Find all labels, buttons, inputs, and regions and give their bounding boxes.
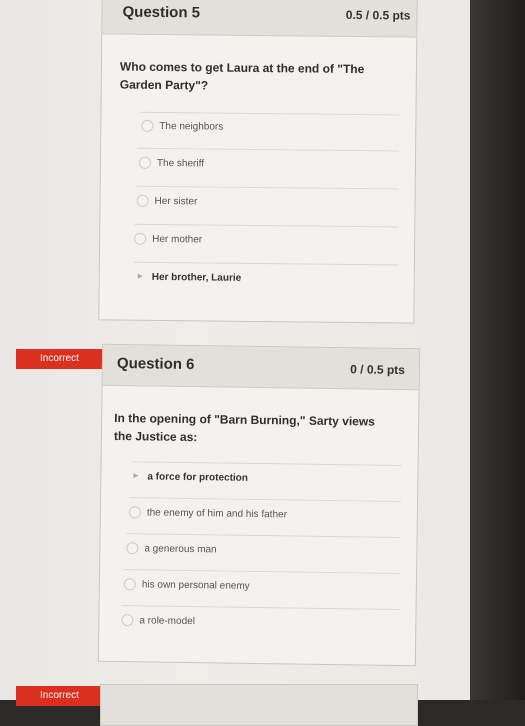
answer-option[interactable]: a generous man bbox=[126, 533, 401, 574]
answer-option-selected[interactable]: ▸ Her brother, Laurie bbox=[133, 261, 398, 302]
answer-option[interactable]: The neighbors bbox=[139, 111, 400, 152]
answer-label: a role-model bbox=[139, 615, 196, 628]
answer-label: a force for protection bbox=[147, 471, 249, 484]
answer-option-selected[interactable]: ▸ a force for protection bbox=[131, 461, 402, 502]
radio-button[interactable] bbox=[134, 232, 147, 245]
answer-label: a generous man bbox=[144, 543, 217, 556]
answer-label: his own personal enemy bbox=[141, 579, 250, 592]
question-6-title: Question 6 bbox=[116, 355, 195, 374]
question-6-text: In the opening of "Barn Burning," Sarty … bbox=[113, 410, 376, 445]
radio-button[interactable] bbox=[128, 506, 141, 519]
incorrect-badge: Incorrect bbox=[16, 349, 120, 369]
answer-option[interactable]: Her sister bbox=[136, 185, 399, 226]
radio-button[interactable] bbox=[123, 578, 136, 591]
question-6-header: Question 6 0 / 0.5 pts bbox=[102, 344, 420, 391]
incorrect-badge-label: Incorrect bbox=[40, 690, 79, 701]
answer-label: The sheriff bbox=[156, 157, 205, 170]
monitor-bezel bbox=[470, 0, 525, 700]
question-5-text: Who comes to get Laura at the end of "Th… bbox=[119, 59, 365, 93]
question-5-header: Question 5 0.5 / 0.5 pts bbox=[102, 0, 417, 38]
answer-label: Her sister bbox=[154, 195, 198, 208]
answer-option[interactable]: his own personal enemy bbox=[123, 569, 401, 610]
radio-button[interactable] bbox=[126, 542, 139, 555]
answer-label: Her brother, Laurie bbox=[151, 271, 242, 284]
answer-label: the enemy of him and his father bbox=[146, 507, 288, 521]
quiz-results-screen: Question 5 0.5 / 0.5 pts Who comes to ge… bbox=[0, 0, 470, 726]
answer-label: Her mother bbox=[152, 233, 203, 246]
answer-option[interactable]: The sheriff bbox=[136, 147, 400, 188]
question-7-card bbox=[100, 684, 418, 726]
selected-answer-arrow-icon: ▸ bbox=[137, 270, 143, 282]
radio-button[interactable] bbox=[121, 614, 134, 627]
incorrect-badge-label: Incorrect bbox=[40, 353, 79, 364]
question-5-title: Question 5 bbox=[122, 3, 201, 22]
question-5-card: Question 5 0.5 / 0.5 pts Who comes to ge… bbox=[98, 0, 418, 324]
answer-option[interactable]: Her mother bbox=[133, 223, 399, 264]
selected-answer-arrow-icon: ▸ bbox=[133, 470, 139, 482]
question-6-card: Question 6 0 / 0.5 pts In the opening of… bbox=[97, 343, 421, 667]
answer-label: The neighbors bbox=[159, 120, 224, 133]
radio-button[interactable] bbox=[136, 194, 149, 207]
question-6-points: 0 / 0.5 pts bbox=[350, 362, 405, 378]
radio-button[interactable] bbox=[141, 119, 154, 132]
radio-button[interactable] bbox=[138, 156, 152, 169]
answer-option[interactable]: the enemy of him and his father bbox=[128, 497, 402, 538]
incorrect-badge: Incorrect bbox=[16, 686, 120, 706]
answer-option[interactable]: a role-model bbox=[121, 605, 400, 646]
question-5-points: 0.5 / 0.5 pts bbox=[345, 7, 411, 23]
